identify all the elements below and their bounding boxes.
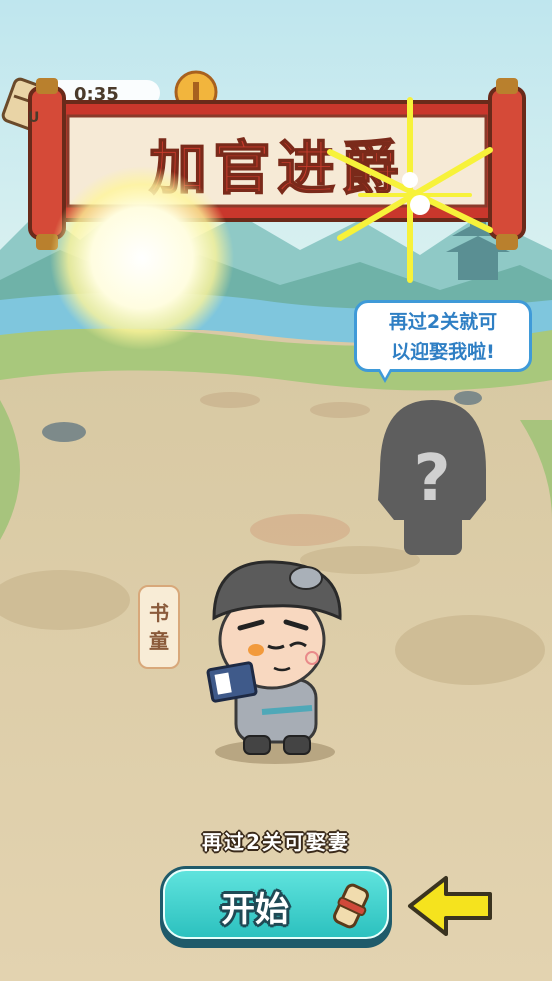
glow-orb [50, 166, 234, 350]
speech-bubble: 再过2关就可 以迎娶我啦! [354, 300, 532, 383]
progress-hint: 再过2关可娶妻 [202, 830, 350, 854]
speech-line-1: 再过2关就可 [388, 311, 498, 333]
scroll-icon [333, 883, 369, 929]
player-name-tag: 书童 [138, 585, 180, 669]
timer-text: 0:35 [74, 84, 119, 105]
start-button[interactable]: 开始 [160, 866, 392, 948]
hud-badge: U [28, 110, 40, 126]
speech-line-2: 以迎娶我啦! [391, 341, 495, 363]
question-icon: ? [413, 442, 450, 516]
start-button-label: 开始 [221, 890, 289, 930]
